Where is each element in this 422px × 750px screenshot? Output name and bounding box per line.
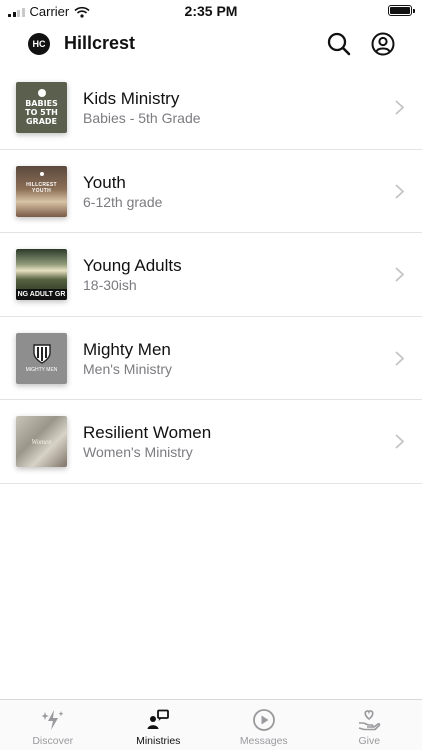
account-icon[interactable]	[370, 31, 396, 57]
resilient-women-thumbnail: Women	[16, 416, 67, 467]
chevron-right-icon	[395, 267, 404, 282]
thumbnail-text: MIGHTY MEN	[25, 367, 58, 373]
thumbnail-text: BABIES TO 5TH GRADE	[25, 99, 58, 126]
tag-dot-icon	[40, 171, 44, 176]
list-item-resilient-women[interactable]: Women Resilient Women Women's Ministry	[0, 400, 422, 484]
chevron-right-icon	[395, 350, 404, 366]
chevron-right-icon	[395, 183, 404, 199]
sparkle-bolt-icon	[41, 710, 64, 730]
mighty-men-thumbnail: MIGHTY MEN	[16, 332, 67, 384]
hc-badge-icon	[37, 89, 46, 97]
list-item-title: Mighty Men	[83, 339, 171, 359]
tab-messages[interactable]: Messages	[211, 700, 317, 750]
status-time: 2:35 PM	[184, 3, 238, 19]
shield-icon	[32, 344, 51, 364]
page-title: Hillcrest	[64, 33, 136, 53]
chevron-right-icon	[395, 434, 404, 449]
hillcrest-logo: HC	[28, 33, 50, 55]
tab-discover[interactable]: Discover	[0, 700, 106, 750]
list-item-kids-ministry[interactable]: BABIES TO 5TH GRADE Kids Ministry Babies…	[0, 66, 422, 150]
tab-label: Messages	[239, 735, 288, 747]
play-circle-icon	[252, 709, 275, 731]
battery-icon	[388, 5, 415, 16]
app-header: HC Hillcrest	[0, 22, 422, 66]
tab-label: Discover	[32, 735, 74, 747]
youth-thumbnail: HILLCREST YOUTH	[16, 165, 67, 217]
list-item-title: Young Adults	[83, 256, 182, 275]
list-item-youth[interactable]: HILLCREST YOUTH Youth 6-12th grade	[0, 150, 422, 233]
list-item-title: Youth	[83, 172, 126, 192]
young-adults-thumbnail: NG ADULT GR	[16, 249, 67, 300]
list-item-mighty-men[interactable]: MIGHTY MEN Mighty Men Men's Ministry	[0, 317, 422, 400]
chevron-right-icon	[395, 100, 404, 115]
list-item-subtitle: Babies - 5th Grade	[83, 110, 201, 126]
hand-heart-icon	[359, 710, 381, 731]
list-item-subtitle: 6-12th grade	[83, 193, 163, 210]
thumbnail-text: NG ADULT GR	[16, 289, 67, 300]
kids-ministry-thumbnail: BABIES TO 5TH GRADE	[16, 82, 67, 133]
thumbnail-text: Women	[31, 437, 52, 446]
list-item-subtitle: 18-30ish	[83, 277, 137, 293]
tab-give[interactable]: Give	[317, 700, 422, 750]
tab-ministries[interactable]: Ministries	[106, 700, 212, 750]
tab-bar: Discover Ministries Messages Give	[0, 699, 422, 750]
list-item-title: Resilient Women	[83, 423, 212, 442]
list-item-young-adults[interactable]: NG ADULT GR Young Adults 18-30ish	[0, 233, 422, 317]
tab-label: Give	[358, 735, 381, 747]
ministry-list: BABIES TO 5TH GRADE Kids Ministry Babies…	[0, 66, 422, 484]
list-item-title: Kids Ministry	[83, 89, 180, 108]
list-item-subtitle: Men's Ministry	[83, 360, 173, 377]
tab-label: Ministries	[136, 735, 181, 747]
thumbnail-text: HILLCREST YOUTH	[26, 181, 57, 194]
ministries-icon	[147, 709, 170, 729]
list-item-subtitle: Women's Ministry	[83, 444, 193, 460]
search-icon[interactable]	[326, 31, 352, 57]
status-bar: Carrier 2:35 PM	[0, 0, 422, 22]
